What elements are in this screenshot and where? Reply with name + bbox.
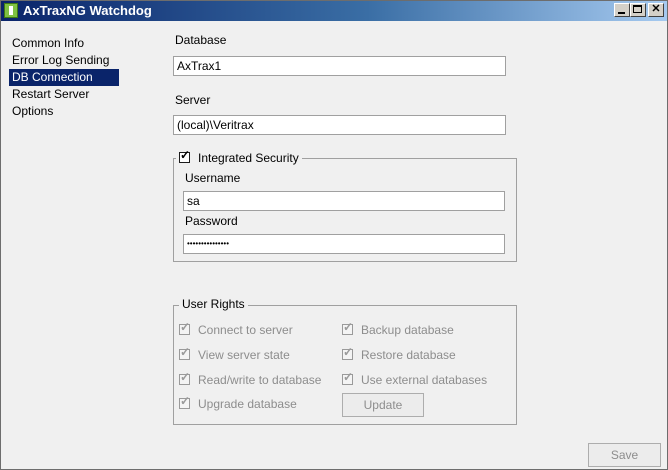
- right-upgrade-database[interactable]: ✓ Upgrade database: [179, 394, 297, 411]
- right-checkbox[interactable]: ✓: [179, 394, 191, 410]
- checkmark-icon: ✓: [180, 394, 191, 409]
- username-label: Username: [185, 171, 241, 185]
- checkmark-icon: ✓: [180, 370, 191, 385]
- database-input[interactable]: AxTrax1: [173, 56, 506, 76]
- checkmark-icon: ✓: [343, 370, 354, 385]
- integrated-security-label: Integrated Security: [198, 150, 299, 165]
- user-rights-legend: User Rights: [179, 297, 248, 311]
- password-input[interactable]: •••••••••••••••: [183, 234, 505, 254]
- right-label: Connect to server: [198, 322, 293, 337]
- update-button[interactable]: Update: [342, 393, 424, 417]
- right-label: Read/write to database: [198, 372, 322, 387]
- checkmark-icon: ✓: [180, 148, 191, 163]
- app-icon: [4, 3, 18, 18]
- right-restore-database[interactable]: ✓ Restore database: [342, 345, 456, 362]
- right-label: Use external databases: [361, 372, 488, 387]
- right-checkbox[interactable]: ✓: [179, 320, 191, 336]
- checkmark-icon: ✓: [343, 320, 354, 335]
- checkmark-icon: ✓: [180, 320, 191, 335]
- title-bar[interactable]: AxTraxNG Watchdog ✕: [1, 1, 667, 21]
- sidebar-item-restart-server[interactable]: Restart Server: [9, 86, 119, 103]
- right-label: Upgrade database: [198, 396, 297, 411]
- checkmark-icon: ✓: [343, 345, 354, 360]
- server-input[interactable]: (local)\Veritrax: [173, 115, 506, 135]
- watchdog-window: AxTraxNG Watchdog ✕ Common Info Error Lo…: [0, 0, 668, 470]
- right-label: View server state: [198, 347, 290, 362]
- right-use-external-databases[interactable]: ✓ Use external databases: [342, 370, 488, 387]
- minimize-button[interactable]: [614, 3, 630, 17]
- right-label: Backup database: [361, 322, 454, 337]
- sidebar-item-common-info[interactable]: Common Info: [9, 35, 119, 52]
- database-label: Database: [175, 33, 227, 47]
- right-checkbox[interactable]: ✓: [179, 370, 191, 386]
- right-checkbox[interactable]: ✓: [342, 320, 354, 336]
- sidebar-item-error-log-sending[interactable]: Error Log Sending: [9, 52, 119, 69]
- sidebar-nav: Common Info Error Log Sending DB Connect…: [9, 35, 119, 120]
- right-backup-database[interactable]: ✓ Backup database: [342, 320, 454, 337]
- checkmark-icon: ✓: [180, 345, 191, 360]
- close-icon: ✕: [651, 3, 661, 15]
- right-read-write-database[interactable]: ✓ Read/write to database: [179, 370, 322, 387]
- save-button[interactable]: Save: [588, 443, 661, 467]
- username-input[interactable]: sa: [183, 191, 505, 211]
- right-label: Restore database: [361, 347, 456, 362]
- right-checkbox[interactable]: ✓: [342, 345, 354, 361]
- server-label: Server: [175, 93, 211, 107]
- close-button[interactable]: ✕: [648, 3, 664, 17]
- minimize-icon: [618, 12, 625, 14]
- maximize-button[interactable]: [630, 3, 646, 17]
- sidebar-item-options[interactable]: Options: [9, 103, 119, 120]
- right-checkbox[interactable]: ✓: [342, 370, 354, 386]
- right-checkbox[interactable]: ✓: [179, 345, 191, 361]
- integrated-security-checkbox[interactable]: ✓: [179, 148, 191, 164]
- right-view-server-state[interactable]: ✓ View server state: [179, 345, 290, 362]
- sidebar-item-db-connection[interactable]: DB Connection: [9, 69, 119, 86]
- right-connect-to-server[interactable]: ✓ Connect to server: [179, 320, 293, 337]
- window-title: AxTraxNG Watchdog: [23, 3, 152, 18]
- maximize-icon: [633, 5, 642, 13]
- integrated-security-legend: ✓ Integrated Security: [176, 148, 302, 165]
- password-label: Password: [185, 214, 238, 228]
